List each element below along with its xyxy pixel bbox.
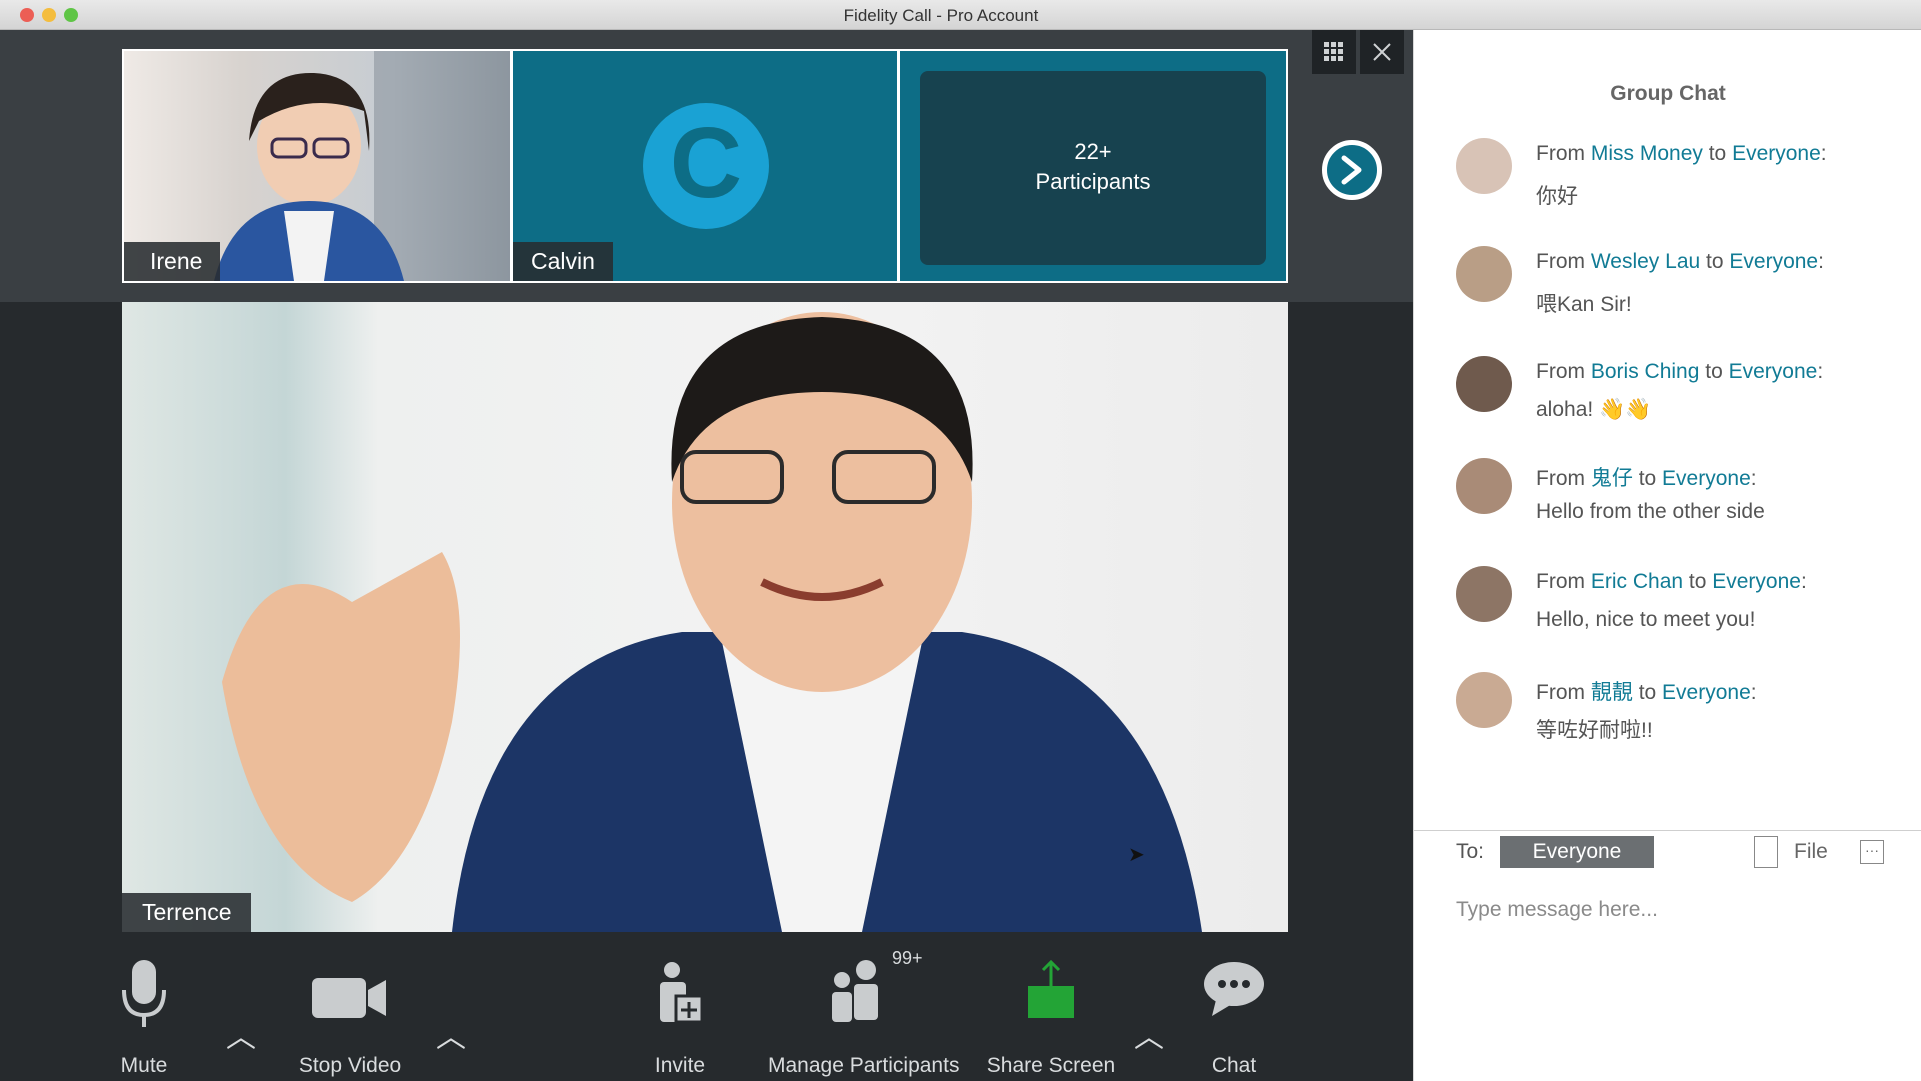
share-screen-icon — [1028, 959, 1074, 1018]
chevron-right-icon — [1341, 155, 1362, 185]
gallery-view-button[interactable] — [1312, 30, 1356, 74]
avatar — [1456, 458, 1512, 514]
chat-message: From Miss Money to Everyone: 你好 — [1456, 138, 1896, 218]
window-title: Fidelity Call - Pro Account — [843, 6, 1039, 25]
chat-message: From Eric Chan to Everyone: Hello, nice … — [1456, 566, 1896, 646]
participants-icon — [832, 960, 878, 1022]
avatar — [1456, 356, 1512, 412]
chat-message: From 靚靚 to Everyone: 等咗好耐啦!! — [1456, 672, 1896, 752]
message-sender[interactable]: Miss Money — [1591, 142, 1703, 165]
chat-title: Group Chat — [1610, 82, 1726, 105]
chat-label: Chat — [1211, 1054, 1257, 1077]
send-file-button[interactable]: File — [1754, 836, 1844, 870]
message-sender[interactable]: Boris Ching — [1591, 360, 1700, 383]
control-bar: Mute ︿ Stop Video ︿ Invite 99+ Manage Pa… — [0, 948, 1413, 1080]
terrence-video-feed — [222, 312, 1202, 932]
to-label: To: — [1456, 840, 1485, 863]
participant-name-terrence: Terrence — [122, 893, 252, 932]
message-header: From Eric Chan to Everyone: — [1536, 570, 1807, 593]
file-icon — [1754, 836, 1778, 868]
message-recipient[interactable]: Everyone — [1662, 467, 1751, 490]
message-recipient[interactable]: Everyone — [1662, 681, 1751, 704]
message-header: From Miss Money to Everyone: — [1536, 142, 1827, 165]
mute-label: Mute — [120, 1054, 168, 1077]
main-video-terrence[interactable]: Terrence ➤ — [122, 302, 1288, 932]
message-header: From 靚靚 to Everyone: — [1536, 681, 1757, 704]
message-header: From Wesley Lau to Everyone: — [1536, 250, 1824, 273]
chat-divider — [1414, 830, 1921, 831]
avatar — [1456, 566, 1512, 622]
chat-message: From Boris Ching to Everyone: aloha! 👋👋 — [1456, 356, 1896, 436]
message-text: 你好 — [1536, 185, 1578, 208]
invite-label: Invite — [654, 1054, 706, 1077]
manage-participants-label: Manage Participants — [768, 1054, 960, 1077]
avatar-initial: C — [669, 107, 743, 219]
avatar — [1456, 672, 1512, 728]
participant-tile-irene[interactable]: Irene — [124, 51, 510, 281]
message-sender[interactable]: Eric Chan — [1591, 570, 1683, 593]
next-page-button[interactable] — [1322, 140, 1382, 200]
avatar — [1456, 246, 1512, 302]
mouse-cursor-icon: ➤ — [1128, 844, 1145, 866]
close-strip-button[interactable] — [1360, 30, 1404, 74]
message-text: Hello, nice to meet you! — [1536, 608, 1756, 631]
share-screen-label: Share Screen — [986, 1054, 1116, 1077]
more-participants-count: 22+ — [1074, 139, 1112, 164]
message-sender[interactable]: 靚靚 — [1591, 681, 1633, 704]
more-options-button[interactable]: ··· — [1860, 840, 1884, 864]
participant-name-calvin: Calvin — [513, 242, 613, 281]
message-recipient[interactable]: Everyone — [1729, 360, 1818, 383]
microphone-icon — [122, 960, 166, 1027]
message-recipient[interactable]: Everyone — [1729, 250, 1818, 273]
more-participants-label: Participants — [1035, 169, 1151, 194]
video-area: Irene C Calvin 22+ Participants Terrence… — [0, 30, 1413, 1081]
thumbnail-row: Irene C Calvin 22+ Participants — [122, 49, 1288, 283]
title-bar: Fidelity Call - Pro Account — [0, 0, 1921, 30]
message-recipient[interactable]: Everyone — [1712, 570, 1801, 593]
chat-bubble-icon — [1204, 962, 1264, 1016]
stop-video-label: Stop Video — [298, 1054, 402, 1077]
message-text: Hello from the other side — [1536, 500, 1765, 523]
grid-icon — [1324, 42, 1343, 61]
message-recipient[interactable]: Everyone — [1732, 142, 1821, 165]
participants-count-badge: 99+ — [892, 948, 923, 968]
avatar: C — [643, 103, 769, 229]
message-sender[interactable]: Wesley Lau — [1591, 250, 1700, 273]
message-header: From 鬼仔 to Everyone: — [1536, 467, 1757, 490]
file-label: File — [1794, 840, 1828, 863]
video-options-caret-icon[interactable]: ︿ — [436, 1012, 466, 1056]
message-input[interactable] — [1456, 890, 1896, 930]
audio-options-caret-icon[interactable]: ︿ — [226, 1012, 256, 1056]
message-header: From Boris Ching to Everyone: — [1536, 360, 1824, 383]
message-text: aloha! 👋👋 — [1536, 398, 1652, 421]
chat-message: From Wesley Lau to Everyone: 喂Kan Sir! — [1456, 246, 1896, 326]
message-text: 等咗好耐啦!! — [1536, 719, 1653, 742]
chat-message: From 鬼仔 to Everyone: Hello from the othe… — [1456, 458, 1896, 538]
close-icon — [1373, 43, 1391, 61]
message-text: 喂Kan Sir! — [1536, 293, 1632, 316]
participant-name-irene: Irene — [124, 242, 221, 281]
share-options-caret-icon[interactable]: ︿ — [1134, 1012, 1164, 1056]
add-person-icon — [660, 962, 704, 1024]
thumbnail-strip: Irene C Calvin 22+ Participants — [0, 30, 1413, 302]
more-participants-box: 22+ Participants — [920, 71, 1266, 265]
message-sender[interactable]: 鬼仔 — [1591, 467, 1633, 490]
chat-panel: Group Chat From Miss Money to Everyone: … — [1413, 30, 1921, 1081]
recipient-select[interactable]: Everyone — [1500, 836, 1654, 868]
video-camera-icon — [312, 978, 386, 1018]
more-participants-tile[interactable]: 22+ Participants — [900, 51, 1286, 281]
participant-tile-calvin[interactable]: C Calvin — [513, 51, 897, 281]
avatar — [1456, 138, 1512, 194]
